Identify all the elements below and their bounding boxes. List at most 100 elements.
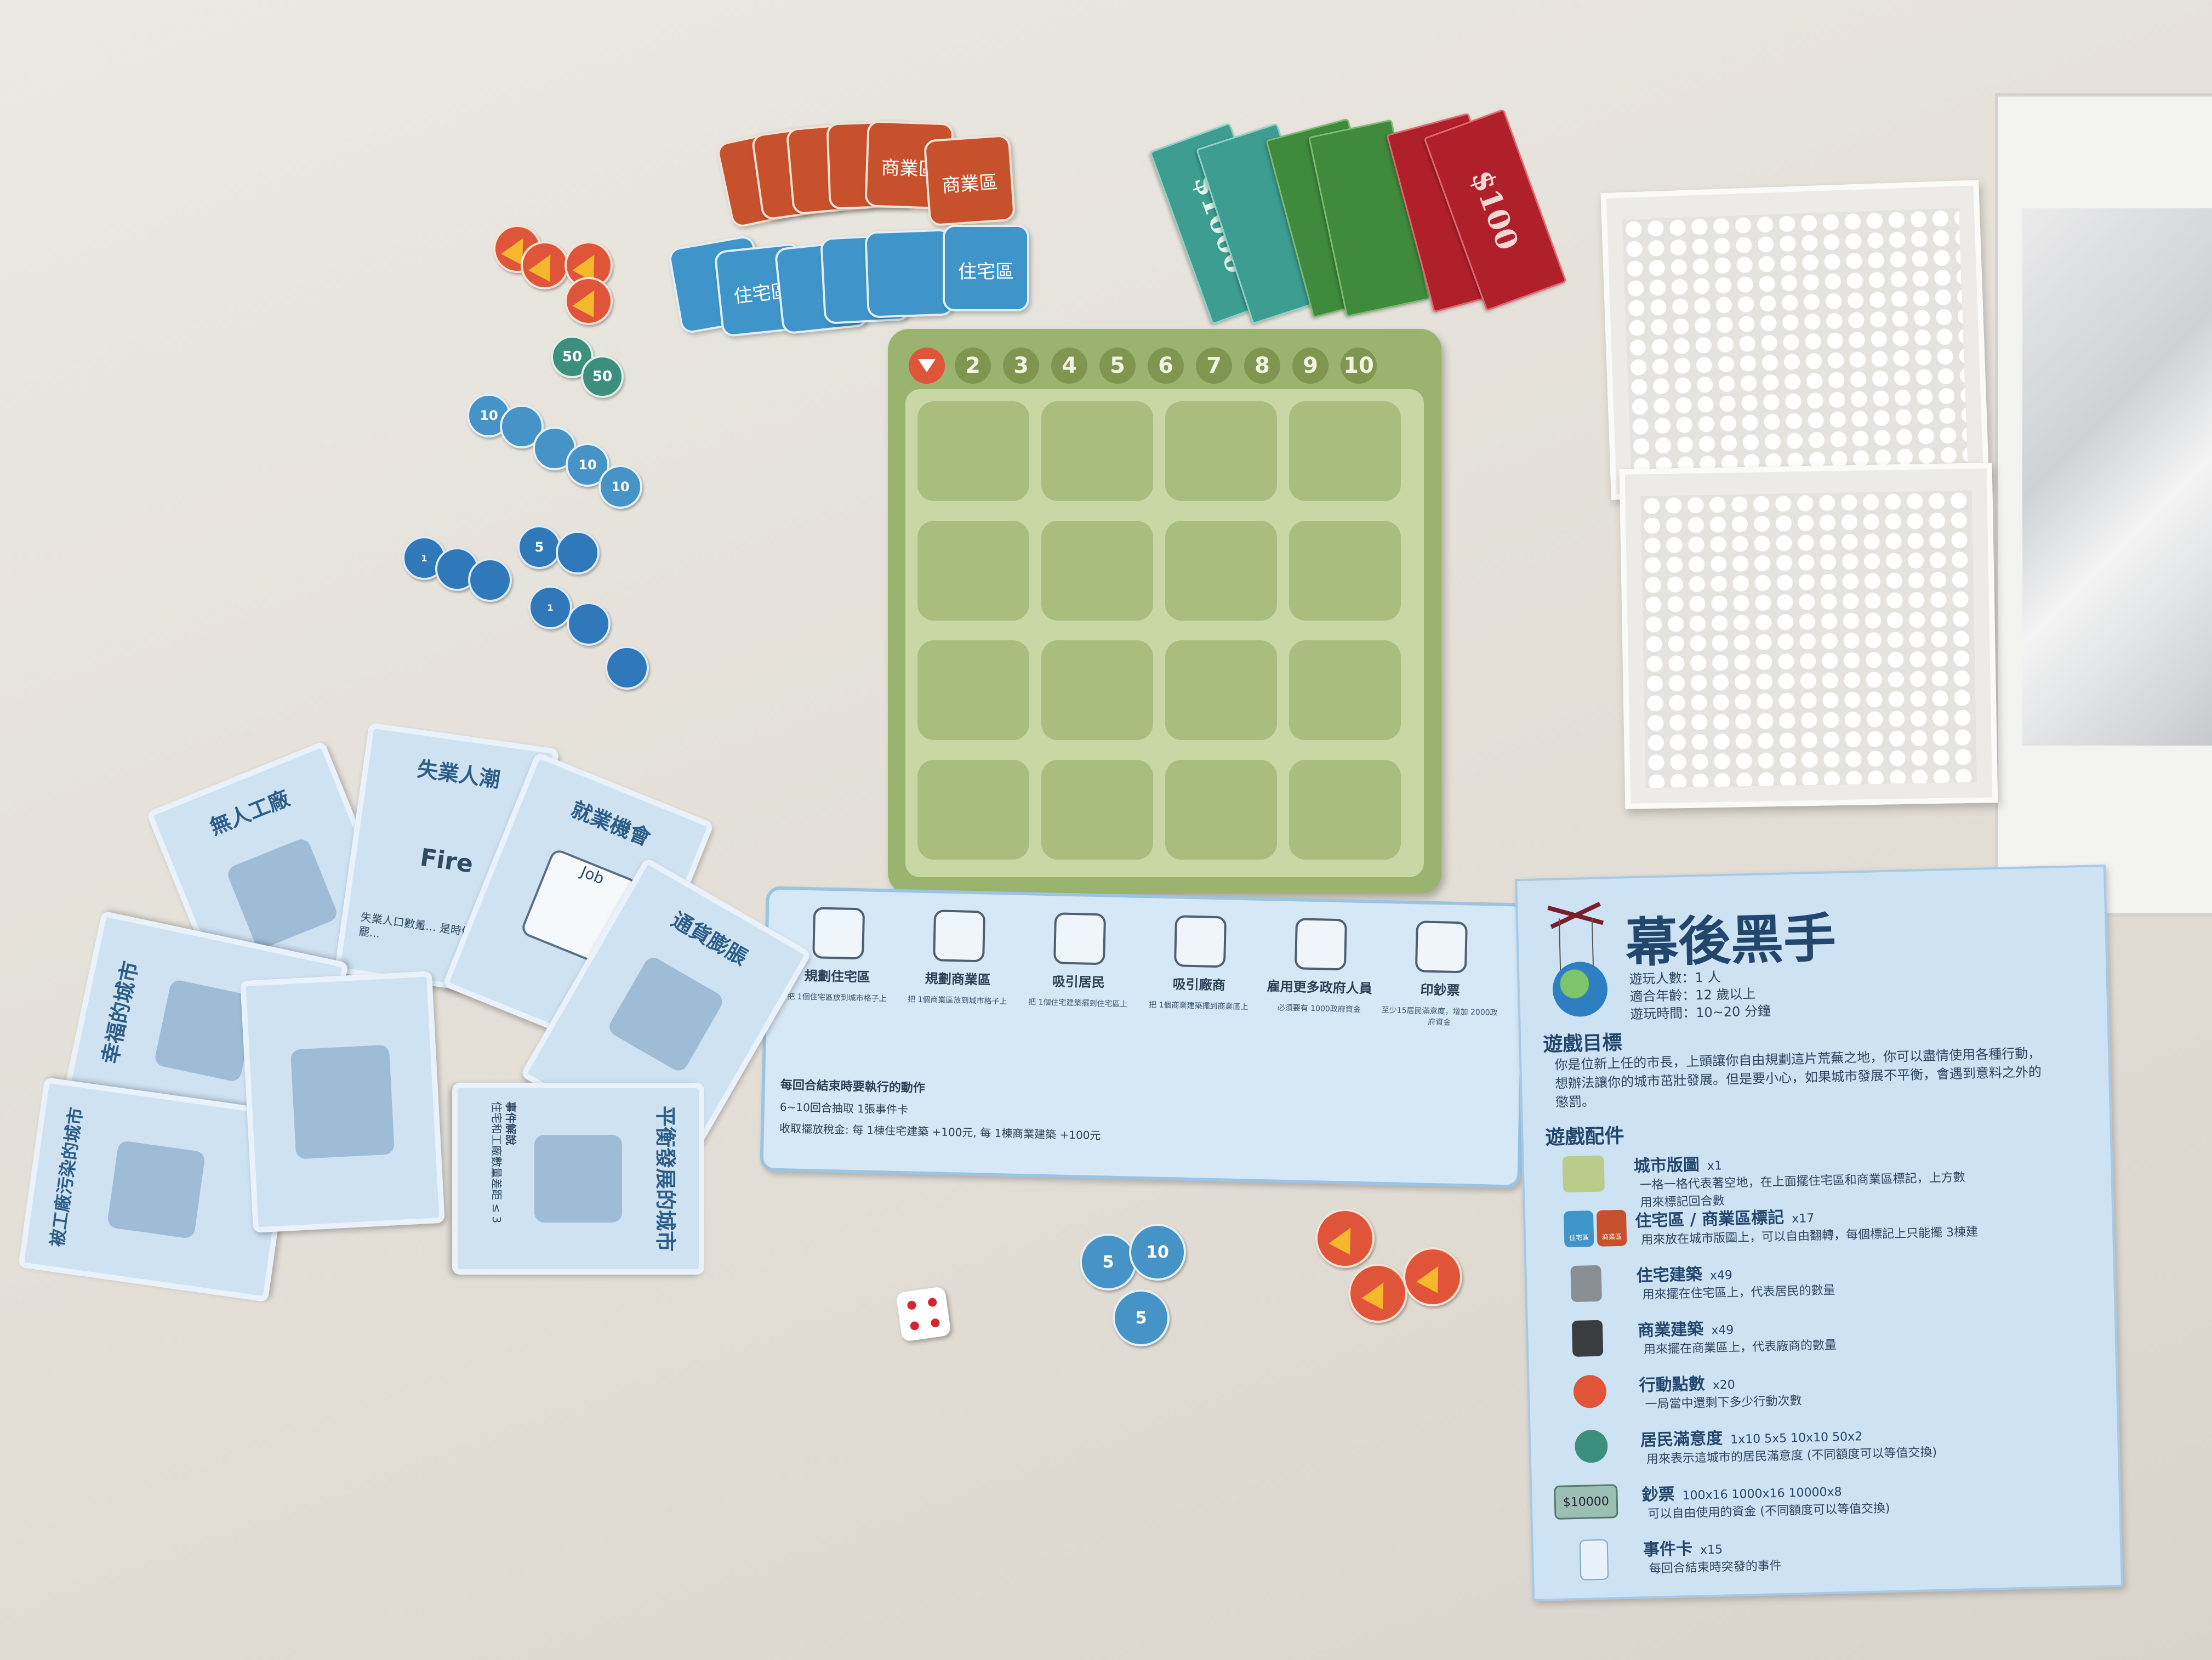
plastic-bag bbox=[2022, 208, 2212, 746]
satisfaction-token-5[interactable]: 5 bbox=[1113, 1289, 1170, 1346]
city-cell[interactable] bbox=[1289, 521, 1401, 621]
factory-plus-icon bbox=[1173, 915, 1227, 968]
lightning-icon bbox=[1361, 1277, 1394, 1310]
turn-marker-first[interactable] bbox=[909, 348, 945, 384]
satisfaction-token-1[interactable]: 1 bbox=[528, 585, 572, 629]
event-body: 住宅和工廠數量差距 ≤ 3 bbox=[490, 1101, 503, 1224]
component-desc: 每回合結束時突發的事件 bbox=[1649, 1559, 1782, 1576]
die-pip bbox=[930, 1318, 940, 1328]
city-cell[interactable] bbox=[917, 401, 1029, 501]
turn-track-2[interactable]: 2 bbox=[955, 348, 991, 384]
action-point-token[interactable] bbox=[1403, 1247, 1462, 1306]
turn-track-9[interactable]: 9 bbox=[1292, 348, 1329, 384]
satisfaction-token-10[interactable]: 10 bbox=[1129, 1224, 1186, 1281]
action-point-token[interactable] bbox=[521, 241, 569, 289]
satisfaction-token[interactable] bbox=[468, 558, 512, 602]
action-reference-card[interactable]: 規劃住宅區 把 1個住宅區放到城市格子上 規劃商業區 把 1個商業區放到城市格子… bbox=[760, 886, 1527, 1189]
turn-track-3[interactable]: 3 bbox=[1003, 348, 1039, 384]
city-cell[interactable] bbox=[917, 521, 1029, 621]
balance-icon bbox=[534, 1135, 622, 1223]
city-cell[interactable] bbox=[917, 760, 1029, 860]
action-attract-residents: 吸引居民 把 1個住宅建築擺到住宅區上 bbox=[1019, 912, 1139, 1010]
turn-track-5[interactable]: 5 bbox=[1099, 348, 1136, 384]
action-desc: 把 1個住宅區放到城市格子上 bbox=[787, 992, 887, 1004]
die-pip bbox=[927, 1297, 938, 1307]
residential-building-tray[interactable] bbox=[1600, 180, 1989, 500]
token-value: 5 bbox=[534, 539, 544, 555]
residential-tile[interactable]: 住宅區 bbox=[943, 225, 1029, 311]
commercial-tile[interactable]: 商業區 bbox=[923, 134, 1016, 227]
residential-tile[interactable] bbox=[864, 229, 954, 319]
turn-track-7[interactable]: 7 bbox=[1196, 348, 1232, 384]
action-plan-commercial: 規劃商業區 把 1個商業區放到城市格子上 bbox=[898, 909, 1018, 1008]
component-name: 事件卡 bbox=[1643, 1539, 1693, 1560]
satisfaction-token-5[interactable]: 5 bbox=[517, 525, 561, 569]
satisfaction-token[interactable] bbox=[567, 602, 611, 646]
action-point-token[interactable] bbox=[1315, 1209, 1375, 1268]
city-cell[interactable] bbox=[1041, 401, 1153, 501]
lightning-icon bbox=[1573, 1374, 1607, 1409]
city-cell[interactable] bbox=[1289, 760, 1401, 860]
globe-icon bbox=[1552, 961, 1609, 1017]
component-name: 鈔票 bbox=[1641, 1485, 1675, 1505]
action-desc: 必須要有 1000政府資金 bbox=[1277, 1003, 1361, 1014]
die-pip bbox=[907, 1300, 917, 1310]
game-meta: 遊玩人數：1 人 適合年齡：12 歲以上 遊玩時間：10~20 分鐘 bbox=[1629, 967, 1771, 1023]
city-cell[interactable] bbox=[1165, 640, 1277, 740]
rule-sheet[interactable]: 幕後黑手 遊玩人數：1 人 適合年齡：12 歲以上 遊玩時間：10~20 分鐘 … bbox=[1515, 865, 2123, 1601]
city-cell[interactable] bbox=[1289, 640, 1401, 740]
city-cell[interactable] bbox=[1165, 760, 1277, 860]
token-value: 50 bbox=[592, 368, 613, 385]
icon-text: $10000 bbox=[1563, 1494, 1610, 1510]
turn-track-10[interactable]: 10 bbox=[1341, 348, 1377, 384]
action-point-token[interactable] bbox=[565, 277, 613, 325]
icon-label: 商業區 bbox=[1601, 1232, 1622, 1241]
token-value: 10 bbox=[1146, 1242, 1169, 1262]
city-cell[interactable] bbox=[1041, 521, 1153, 621]
commercial-buildings[interactable] bbox=[1640, 490, 1977, 788]
event-card[interactable]: 平衡發展的城市 事件解說 住宅和工廠數量差距 ≤ 3 bbox=[452, 1083, 704, 1275]
satisfaction-token-5[interactable]: 5 bbox=[1080, 1233, 1137, 1291]
commercial-building-tray[interactable] bbox=[1619, 463, 1998, 809]
city-cell[interactable] bbox=[1165, 401, 1277, 501]
buildings-icon bbox=[290, 1044, 395, 1159]
action-name: 規劃商業區 bbox=[925, 970, 991, 988]
money-down-icon bbox=[606, 954, 726, 1075]
satisfaction-token-50[interactable]: 50 bbox=[581, 355, 624, 398]
city-cell[interactable] bbox=[1165, 521, 1277, 621]
down-arrow-icon bbox=[918, 359, 936, 372]
goal-text: 你是位新上任的市長，上頭讓你自由規劃這片荒蕪之地，你可以盡情使用各種行動，想辦法… bbox=[1554, 1045, 2042, 1110]
die[interactable] bbox=[896, 1286, 951, 1342]
factory-building-icon bbox=[1571, 1320, 1604, 1357]
turn-track-8[interactable]: 8 bbox=[1244, 348, 1280, 384]
event-head: 事件解說 bbox=[504, 1101, 517, 1145]
money-icon: $10000 bbox=[1554, 1484, 1618, 1520]
component-factories: 商業建築 x49 用來擺在商業區上，代表廠商的數量 bbox=[1566, 1306, 2094, 1368]
satisfaction-token[interactable] bbox=[605, 646, 649, 690]
component-name: 居民滿意度 bbox=[1640, 1429, 1723, 1451]
turn-track-4[interactable]: 4 bbox=[1051, 348, 1087, 384]
event-deck[interactable] bbox=[240, 971, 445, 1233]
component-event-cards: 事件卡 x15 每回合結束時突發的事件 bbox=[1571, 1525, 2099, 1587]
satisfaction-token-10[interactable]: 10 bbox=[598, 465, 642, 509]
city-cell[interactable] bbox=[1289, 401, 1401, 501]
lightning-icon bbox=[528, 249, 561, 282]
city-board[interactable]: 2 3 4 5 6 7 8 9 10 bbox=[888, 329, 1441, 894]
action-name: 雇用更多政府人員 bbox=[1267, 979, 1372, 997]
city-cell[interactable] bbox=[1041, 640, 1153, 740]
token-value: 5 bbox=[1102, 1252, 1114, 1272]
city-cell[interactable] bbox=[1041, 760, 1153, 860]
turn-track-6[interactable]: 6 bbox=[1148, 348, 1184, 384]
satisfaction-token[interactable] bbox=[556, 531, 600, 575]
token-value: 10 bbox=[480, 408, 498, 423]
city-cell[interactable] bbox=[917, 640, 1029, 740]
residential-buildings[interactable] bbox=[1622, 208, 1968, 479]
component-qty: x15 bbox=[1700, 1543, 1723, 1557]
action-desc: 把 1個商業區放到城市格子上 bbox=[908, 995, 1007, 1007]
residential-marker-icon: 住宅區 bbox=[1563, 1210, 1594, 1248]
city-grid bbox=[905, 389, 1424, 877]
component-name: 城市版圖 bbox=[1633, 1155, 1700, 1176]
die-pip bbox=[909, 1321, 920, 1331]
lightning-icon bbox=[572, 285, 605, 317]
action-point-token[interactable] bbox=[1348, 1264, 1407, 1323]
